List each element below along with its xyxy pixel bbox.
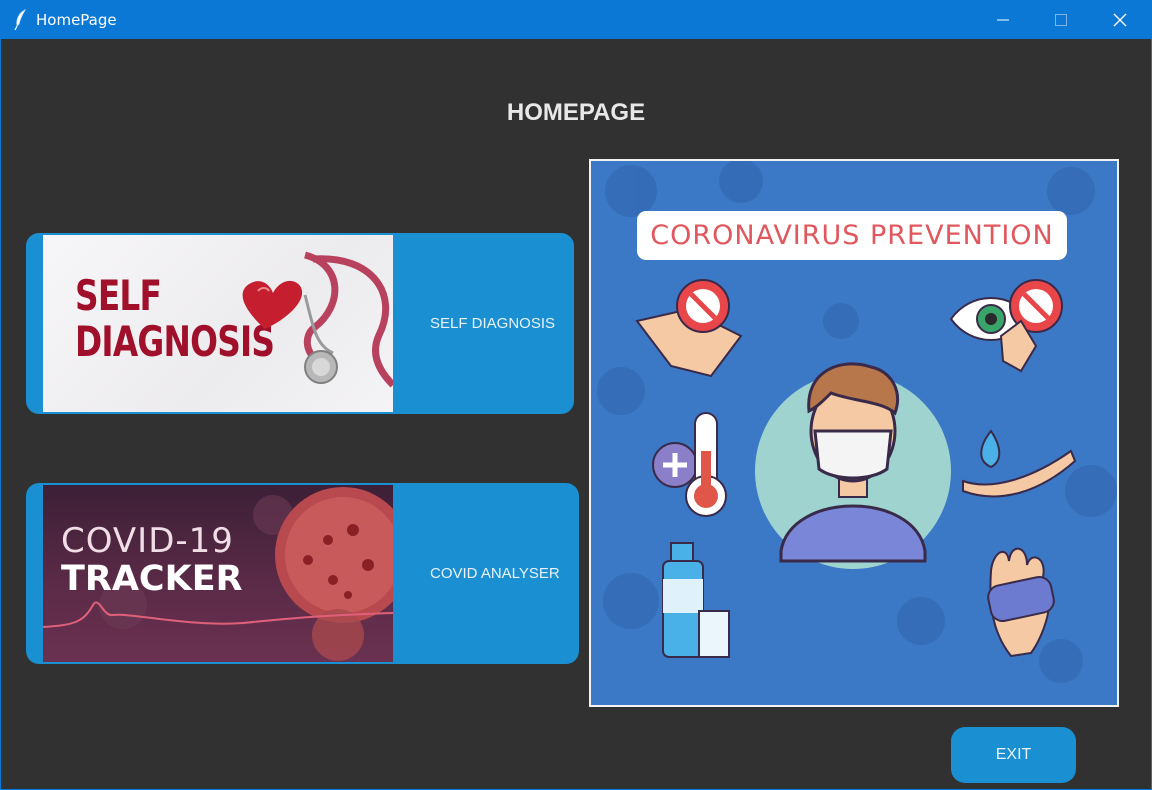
covid-image-text-1: COVID-19: [61, 521, 234, 561]
covid-image-text-2: TRACKER: [61, 559, 243, 599]
handshake-icon: [635, 279, 743, 378]
soap-hand-icon: [987, 547, 1055, 658]
maximize-icon: [1055, 14, 1067, 26]
self-diagnosis-image: SELF DIAGNOSIS: [43, 235, 393, 412]
eye-icon: [949, 279, 1063, 373]
covid-analyser-button[interactable]: COVID-19 TRACKER COVID ANALYSER: [26, 483, 579, 664]
covid-analyser-label: COVID ANALYSER: [430, 565, 560, 582]
heart-stethoscope-icon: [242, 251, 393, 388]
thermometer-icon: [652, 412, 727, 517]
title-bar[interactable]: HomePage: [1, 1, 1151, 39]
page-title: HOMEPAGE: [506, 99, 646, 126]
maximize-button[interactable]: [1032, 1, 1090, 39]
feather-icon: [14, 9, 27, 31]
masked-person-icon: [755, 362, 951, 569]
hand-drop-icon: [962, 429, 1077, 498]
exit-button[interactable]: EXIT: [951, 727, 1076, 783]
covid-tracker-image: COVID-19 TRACKER: [43, 485, 393, 662]
minimize-button[interactable]: [974, 1, 1032, 39]
app-window: HomePage HOMEPAGE SELF DIAGNOSIS SELF DI…: [0, 0, 1152, 790]
close-icon: [1113, 13, 1127, 27]
minimize-icon: [997, 19, 1009, 21]
window-title: HomePage: [36, 11, 117, 29]
close-button[interactable]: [1091, 1, 1149, 39]
sanitizer-icon: [662, 542, 730, 658]
self-diagnosis-label: SELF DIAGNOSIS: [430, 315, 556, 332]
prevention-poster: CORONAVIRUS PREVENTION: [589, 159, 1119, 707]
self-diagnosis-button[interactable]: SELF DIAGNOSIS SELF DIAGNOSIS: [26, 233, 574, 414]
poster-banner: CORONAVIRUS PREVENTION: [637, 211, 1067, 260]
